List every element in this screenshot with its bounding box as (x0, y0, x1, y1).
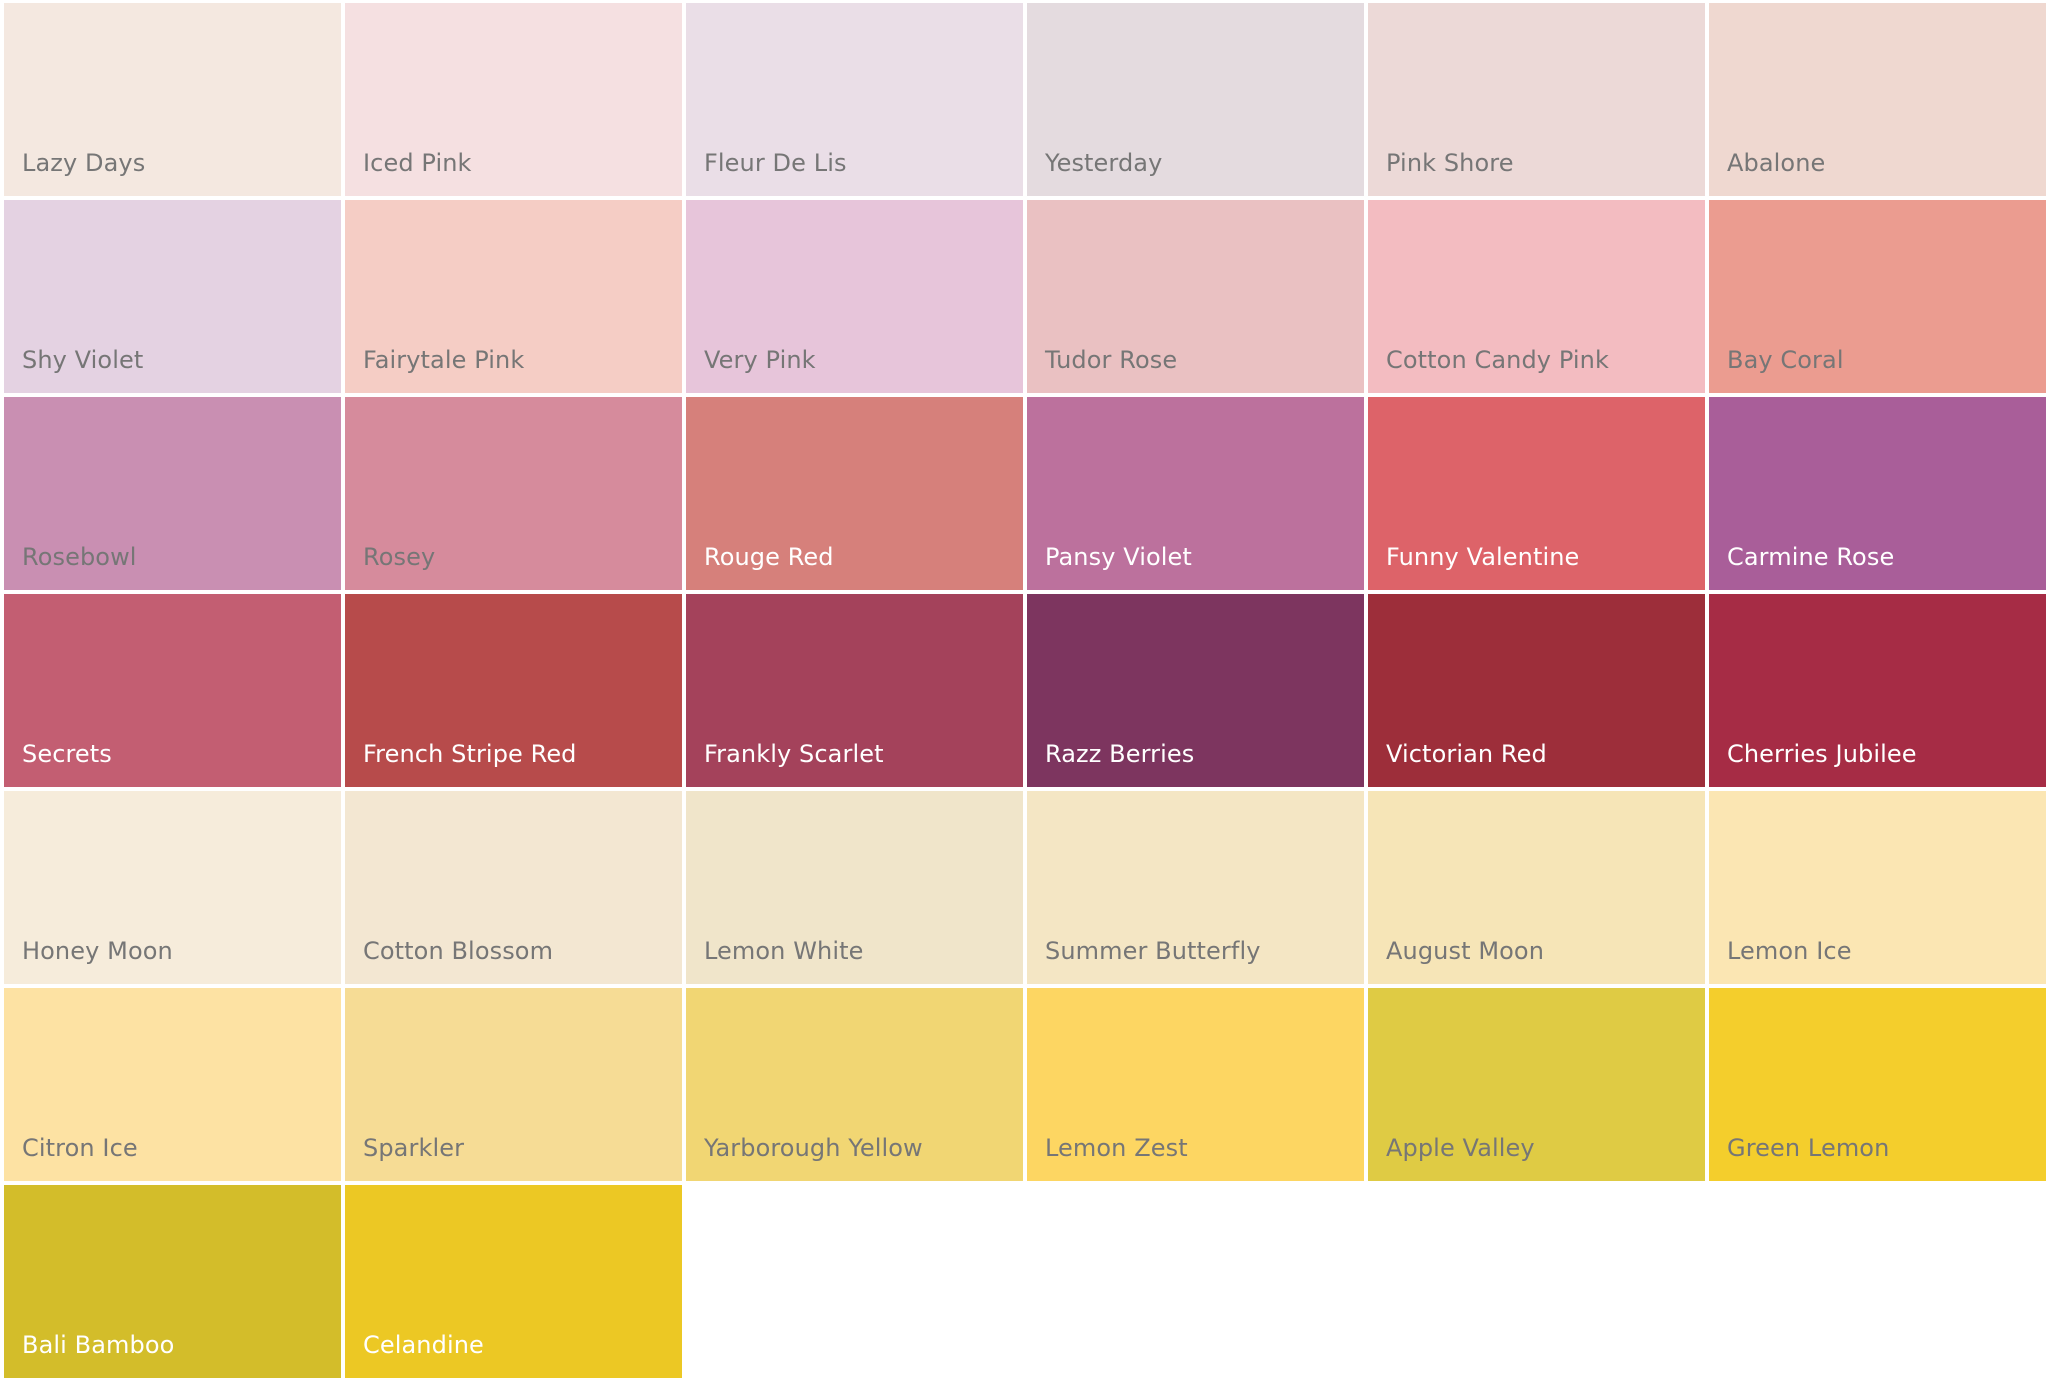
swatch-name-label: Lemon Ice (1727, 937, 1852, 965)
swatch-name-label: Bali Bamboo (22, 1331, 175, 1359)
swatch-name-label: Tudor Rose (1045, 346, 1178, 374)
swatch-name-label: Razz Berries (1045, 740, 1195, 768)
color-swatch[interactable]: Yarborough Yellow (686, 988, 1023, 1181)
color-palette-grid: Lazy Days Iced Pink Fleur De Lis Yesterday P… (0, 0, 2048, 1378)
color-swatch[interactable]: Lemon White (686, 791, 1023, 984)
swatch-name-label: Apple Valley (1386, 1134, 1535, 1162)
color-swatch[interactable]: Cotton Candy Pink (1368, 200, 1705, 393)
color-swatch[interactable]: Cherries Jubilee (1709, 594, 2046, 787)
color-swatch[interactable]: Carmine Rose (1709, 397, 2046, 590)
color-swatch[interactable]: Green Lemon (1709, 988, 2046, 1181)
swatch-name-label: Pansy Violet (1045, 543, 1192, 571)
swatch-name-label: Honey Moon (22, 937, 173, 965)
color-swatch[interactable]: Razz Berries (1027, 594, 1364, 787)
swatch-name-label: Lazy Days (22, 149, 146, 177)
color-swatch[interactable]: Victorian Red (1368, 594, 1705, 787)
swatch-name-label: Carmine Rose (1727, 543, 1895, 571)
color-swatch[interactable]: Rosey (345, 397, 682, 590)
swatch-name-label: Summer Butterfly (1045, 937, 1261, 965)
color-swatch[interactable]: Very Pink (686, 200, 1023, 393)
swatch-name-label: Bay Coral (1727, 346, 1844, 374)
swatch-name-label: Celandine (363, 1331, 484, 1359)
color-swatch[interactable]: Lemon Ice (1709, 791, 2046, 984)
swatch-name-label: Citron Ice (22, 1134, 138, 1162)
color-swatch[interactable]: Lemon Zest (1027, 988, 1364, 1181)
swatch-name-label: August Moon (1386, 937, 1545, 965)
swatch-name-label: Shy Violet (22, 346, 144, 374)
color-swatch[interactable]: Summer Butterfly (1027, 791, 1364, 984)
swatch-name-label: French Stripe Red (363, 740, 577, 768)
color-swatch[interactable]: Celandine (345, 1185, 682, 1378)
swatch-name-label: Rouge Red (704, 543, 834, 571)
swatch-name-label: Secrets (22, 740, 112, 768)
color-swatch[interactable]: Yesterday (1027, 3, 1364, 196)
swatch-name-label: Funny Valentine (1386, 543, 1580, 571)
swatch-name-label: Victorian Red (1386, 740, 1547, 768)
swatch-name-label: Very Pink (704, 346, 816, 374)
swatch-name-label: Yarborough Yellow (704, 1134, 923, 1162)
color-swatch[interactable]: Cotton Blossom (345, 791, 682, 984)
color-swatch[interactable]: Iced Pink (345, 3, 682, 196)
swatch-name-label: Cotton Blossom (363, 937, 554, 965)
swatch-name-label: Pink Shore (1386, 149, 1514, 177)
swatch-name-label: Iced Pink (363, 149, 472, 177)
color-swatch[interactable]: August Moon (1368, 791, 1705, 984)
color-swatch[interactable]: Rouge Red (686, 397, 1023, 590)
swatch-name-label: Frankly Scarlet (704, 740, 884, 768)
swatch-name-label: Cherries Jubilee (1727, 740, 1917, 768)
color-swatch[interactable]: Pink Shore (1368, 3, 1705, 196)
color-swatch[interactable]: Fleur De Lis (686, 3, 1023, 196)
color-swatch[interactable]: French Stripe Red (345, 594, 682, 787)
swatch-name-label: Abalone (1727, 149, 1826, 177)
color-swatch[interactable]: Lazy Days (4, 3, 341, 196)
swatch-name-label: Rosebowl (22, 543, 137, 571)
color-swatch[interactable]: Pansy Violet (1027, 397, 1364, 590)
color-swatch[interactable]: Shy Violet (4, 200, 341, 393)
color-swatch[interactable]: Bali Bamboo (4, 1185, 341, 1378)
color-swatch[interactable]: Frankly Scarlet (686, 594, 1023, 787)
color-swatch[interactable]: Fairytale Pink (345, 200, 682, 393)
swatch-name-label: Yesterday (1045, 149, 1163, 177)
color-swatch[interactable]: Funny Valentine (1368, 397, 1705, 590)
color-swatch[interactable]: Bay Coral (1709, 200, 2046, 393)
color-swatch[interactable]: Apple Valley (1368, 988, 1705, 1181)
color-swatch[interactable]: Citron Ice (4, 988, 341, 1181)
swatch-name-label: Cotton Candy Pink (1386, 346, 1609, 374)
color-swatch[interactable]: Secrets (4, 594, 341, 787)
swatch-name-label: Lemon White (704, 937, 864, 965)
swatch-name-label: Green Lemon (1727, 1134, 1890, 1162)
swatch-name-label: Sparkler (363, 1134, 465, 1162)
swatch-name-label: Fairytale Pink (363, 346, 525, 374)
swatch-name-label: Rosey (363, 543, 436, 571)
swatch-name-label: Fleur De Lis (704, 149, 847, 177)
color-swatch[interactable]: Tudor Rose (1027, 200, 1364, 393)
color-swatch[interactable]: Honey Moon (4, 791, 341, 984)
swatch-name-label: Lemon Zest (1045, 1134, 1188, 1162)
color-swatch[interactable]: Sparkler (345, 988, 682, 1181)
color-swatch[interactable]: Rosebowl (4, 397, 341, 590)
color-swatch[interactable]: Abalone (1709, 3, 2046, 196)
